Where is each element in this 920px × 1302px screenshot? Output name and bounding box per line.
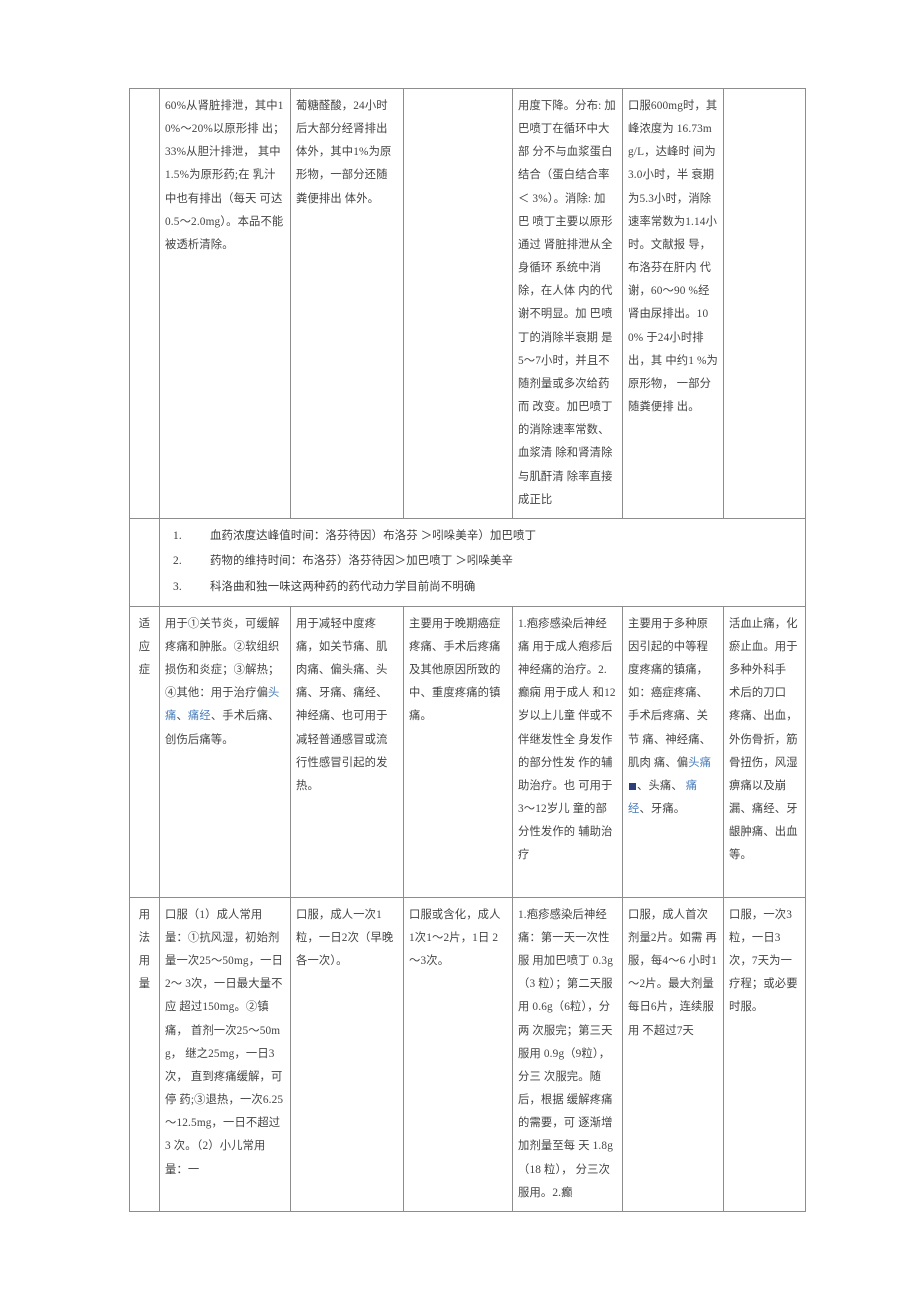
cell-text: 口服600mg时，其 峰浓度为 16.73mg/L，达峰时 间为3.0小时，半 … <box>628 100 718 414</box>
row-label-char: 用 <box>138 908 151 921</box>
cell-text-segment: 、 <box>176 710 188 723</box>
list-item-text: 药物的维持时间：布洛芬）洛芬待因＞加巴喷丁 ＞吲哚美辛 <box>210 555 514 568</box>
cell-text: 1.疱疹感染后神经 痛：第一天一次性服 用加巴喷丁 0.3g（3 粒）；第二天服… <box>518 908 613 1199</box>
row-label-char: 症 <box>138 664 151 677</box>
row-label-notes <box>129 517 160 607</box>
square-marker-icon <box>629 782 636 790</box>
cell-text: 主要用于晚期癌症疼痛、手术后疼痛 及其他原因所致的 中、重度疼痛的镇 痛。 <box>409 613 507 729</box>
row-label-char: 量 <box>138 978 151 991</box>
cell-text: 口服或含化，成人 1次1～2片，1日 2～3次。 <box>409 908 501 968</box>
list-item: 3. 科洛曲和独一味这两种药的药代动力学目前尚不明确 <box>164 575 801 601</box>
list-item: 2. 药物的维持时间：布洛芬）洛芬待因＞加巴喷丁 ＞吲哚美辛 <box>164 549 801 575</box>
list-item-text: 科洛曲和独一味这两种药的药代动力学目前尚不明确 <box>210 581 476 594</box>
cell-dosage-col3: 口服或含化，成人 1次1～2片，1日 2～3次。 <box>403 896 513 1212</box>
row-label-char: 法 <box>138 931 151 944</box>
cell-pk-col3 <box>403 88 513 519</box>
cell-text: 葡糖醛酸，24小时后大部分经肾排出体外，其中1%为原形物，一部分还随粪便排出 体… <box>296 100 392 205</box>
row-label-pharmacokinetics <box>129 88 160 519</box>
cell-text: 口服（1）成人常用量：①抗风湿，初始剂量一次25～50mg，一日2～ 3次，一日… <box>165 908 284 1176</box>
document-page: 60%从肾脏排泄，其中10%～20%以原形排 出；33%从胆汁排泄， 其中1.5… <box>0 0 920 1302</box>
summary-notes-list: 1. 血药浓度达峰值时间：洛芬待因）布洛芬 ＞吲哚美辛）加巴喷丁 2. 药物的维持时间… <box>164 524 801 601</box>
cell-dosage-col4: 1.疱疹感染后神经 痛：第一天一次性服 用加巴喷丁 0.3g（3 粒）；第二天服… <box>512 896 623 1212</box>
cell-dosage-col5: 口服，成人首次 剂量2片。如需 再服，每4～6 小时1～2片。最大剂量每日6片，… <box>622 896 724 1212</box>
cell-text-segment: 主要用于晚期癌症疼痛、手术后疼痛 及其他原因所致的 中、重度疼痛的镇 痛。 <box>409 617 501 723</box>
row-label-char: 应 <box>138 640 151 653</box>
cell-pk-col2: 葡糖醛酸，24小时后大部分经肾排出体外，其中1%为原形物，一部分还随粪便排出 体… <box>290 88 404 519</box>
list-item-number: 1. <box>173 529 182 542</box>
cell-text: 活血止痛，化瘀止血。用于多种外科手 术后的刀口 疼痛、出血， 外伤骨折，筋 骨扭… <box>729 613 800 868</box>
cross-reference-link[interactable]: 头痛 <box>688 757 711 769</box>
cell-indications-col1: 用于①关节炎，可缓解疼痛和肿胀。②软组织损伤和炎症；③解热；④其他：用于治疗偏头… <box>159 605 291 898</box>
cell-pk-col6 <box>723 88 806 519</box>
cell-text: 用度下降。分布: 加 巴喷丁在循环中大部 分不与血浆蛋白结合（蛋白结合率＜ 3%… <box>518 100 616 506</box>
cell-text: 用于①关节炎，可缓解疼痛和肿胀。②软组织损伤和炎症；③解热；④其他：用于治疗偏头… <box>165 613 285 752</box>
cell-dosage-col2: 口服，成人一次1粒，一日2次（早晚 各一次）。 <box>290 896 404 1212</box>
row-label-dosage: 用 法 用 量 <box>129 896 160 1212</box>
table-row: 1. 血药浓度达峰值时间：洛芬待因）布洛芬 ＞吲哚美辛）加巴喷丁 2. 药物的维持时间… <box>129 517 806 607</box>
row-label-char: 用 <box>138 955 151 968</box>
cell-text-segment: 、牙痛。 <box>639 803 686 816</box>
drug-comparison-table: 60%从肾脏排泄，其中10%～20%以原形排 出；33%从胆汁排泄， 其中1.5… <box>129 88 806 1212</box>
cell-text-segment: 用于①关节炎，可缓解疼痛和肿胀。②软组织损伤和炎症；③解热；④其他：用于治疗偏 <box>165 617 280 700</box>
cell-indications-col4: 1.疱疹感染后神经痛 用于成人疱疹后神经痛的治疗。2.癫痫 用于成人 和12岁以… <box>512 605 623 898</box>
cell-dosage-col1: 口服（1）成人常用量：①抗风湿，初始剂量一次25～50mg，一日2～ 3次，一日… <box>159 896 291 1212</box>
list-item: 1. 血药浓度达峰值时间：洛芬待因）布洛芬 ＞吲哚美辛）加巴喷丁 <box>164 524 801 550</box>
cell-text: 60%从肾脏排泄，其中10%～20%以原形排 出；33%从胆汁排泄， 其中1.5… <box>165 100 285 251</box>
list-item-text: 血药浓度达峰值时间：洛芬待因）布洛芬 ＞吲哚美辛）加巴喷丁 <box>210 529 537 542</box>
cell-pk-col5: 口服600mg时，其 峰浓度为 16.73mg/L，达峰时 间为3.0小时，半 … <box>622 88 724 519</box>
cell-pk-col1: 60%从肾脏排泄，其中10%～20%以原形排 出；33%从胆汁排泄， 其中1.5… <box>159 88 291 519</box>
table-row: 用 法 用 量 口服（1）成人常用量：①抗风湿，初始剂量一次25～50mg，一日… <box>129 896 806 1212</box>
cell-text: 口服，一次3粒，一日3次，7天为一疗程；或必要时服。 <box>729 908 798 1014</box>
cell-dosage-col6: 口服，一次3粒，一日3次，7天为一疗程；或必要时服。 <box>723 896 806 1212</box>
row-label-indications: 适 应 症 <box>129 605 160 898</box>
cell-indications-col2: 用于减轻中度疼 痛，如关节痛、肌 肉痛、偏头痛、头 痛、牙痛、痛经、 神经痛、也… <box>290 605 404 898</box>
table-row: 60%从肾脏排泄，其中10%～20%以原形排 出；33%从胆汁排泄， 其中1.5… <box>129 88 806 519</box>
list-item-number: 2. <box>173 555 182 568</box>
cell-text: 用于减轻中度疼 痛，如关节痛、肌 肉痛、偏头痛、头 痛、牙痛、痛经、 神经痛、也… <box>296 613 398 798</box>
cell-text-segment: 1.疱疹感染后神经痛 用于成人疱疹后神经痛的治疗。2.癫痫 用于成人 和12岁以… <box>518 617 616 862</box>
list-item-number: 3. <box>173 581 182 594</box>
cell-pk-col4: 用度下降。分布: 加 巴喷丁在循环中大部 分不与血浆蛋白结合（蛋白结合率＜ 3%… <box>512 88 623 519</box>
cell-text: 口服，成人首次 剂量2片。如需 再服，每4～6 小时1～2片。最大剂量每日6片，… <box>628 908 718 1037</box>
row-label-char: 适 <box>138 617 151 630</box>
table-row: 适 应 症 用于①关节炎，可缓解疼痛和肿胀。②软组织损伤和炎症；③解热；④其他：… <box>129 605 806 898</box>
cell-summary-notes: 1. 血药浓度达峰值时间：洛芬待因）布洛芬 ＞吲哚美辛）加巴喷丁 2. 药物的维持时间… <box>159 517 806 607</box>
cell-indications-col5: 主要用于多种原 因引起的中等程 度疼痛的镇痛， 如：癌症疼痛、 手术后疼痛、关节… <box>622 605 724 898</box>
cell-text-segment: 、头痛、 <box>637 779 686 792</box>
cell-indications-col3: 主要用于晚期癌症疼痛、手术后疼痛 及其他原因所致的 中、重度疼痛的镇 痛。 <box>403 605 513 898</box>
cell-text: 口服，成人一次1粒，一日2次（早晚 各一次）。 <box>296 908 394 968</box>
cell-text: 1.疱疹感染后神经痛 用于成人疱疹后神经痛的治疗。2.癫痫 用于成人 和12岁以… <box>518 613 617 868</box>
cell-text-segment: 用于减轻中度疼 痛，如关节痛、肌 肉痛、偏头痛、头 痛、牙痛、痛经、 神经痛、也… <box>296 617 388 792</box>
cell-text-segment: 主要用于多种原 因引起的中等程 度疼痛的镇痛， 如：癌症疼痛、 手术后疼痛、关节… <box>628 617 712 769</box>
cell-text-segment: 活血止痛，化瘀止血。用于多种外科手 术后的刀口 疼痛、出血， 外伤骨折，筋 骨扭… <box>729 617 798 862</box>
cross-reference-link[interactable]: 痛经 <box>188 710 211 722</box>
cell-indications-col6: 活血止痛，化瘀止血。用于多种外科手 术后的刀口 疼痛、出血， 外伤骨折，筋 骨扭… <box>723 605 806 898</box>
cell-text: 主要用于多种原 因引起的中等程 度疼痛的镇痛， 如：癌症疼痛、 手术后疼痛、关节… <box>628 613 718 821</box>
